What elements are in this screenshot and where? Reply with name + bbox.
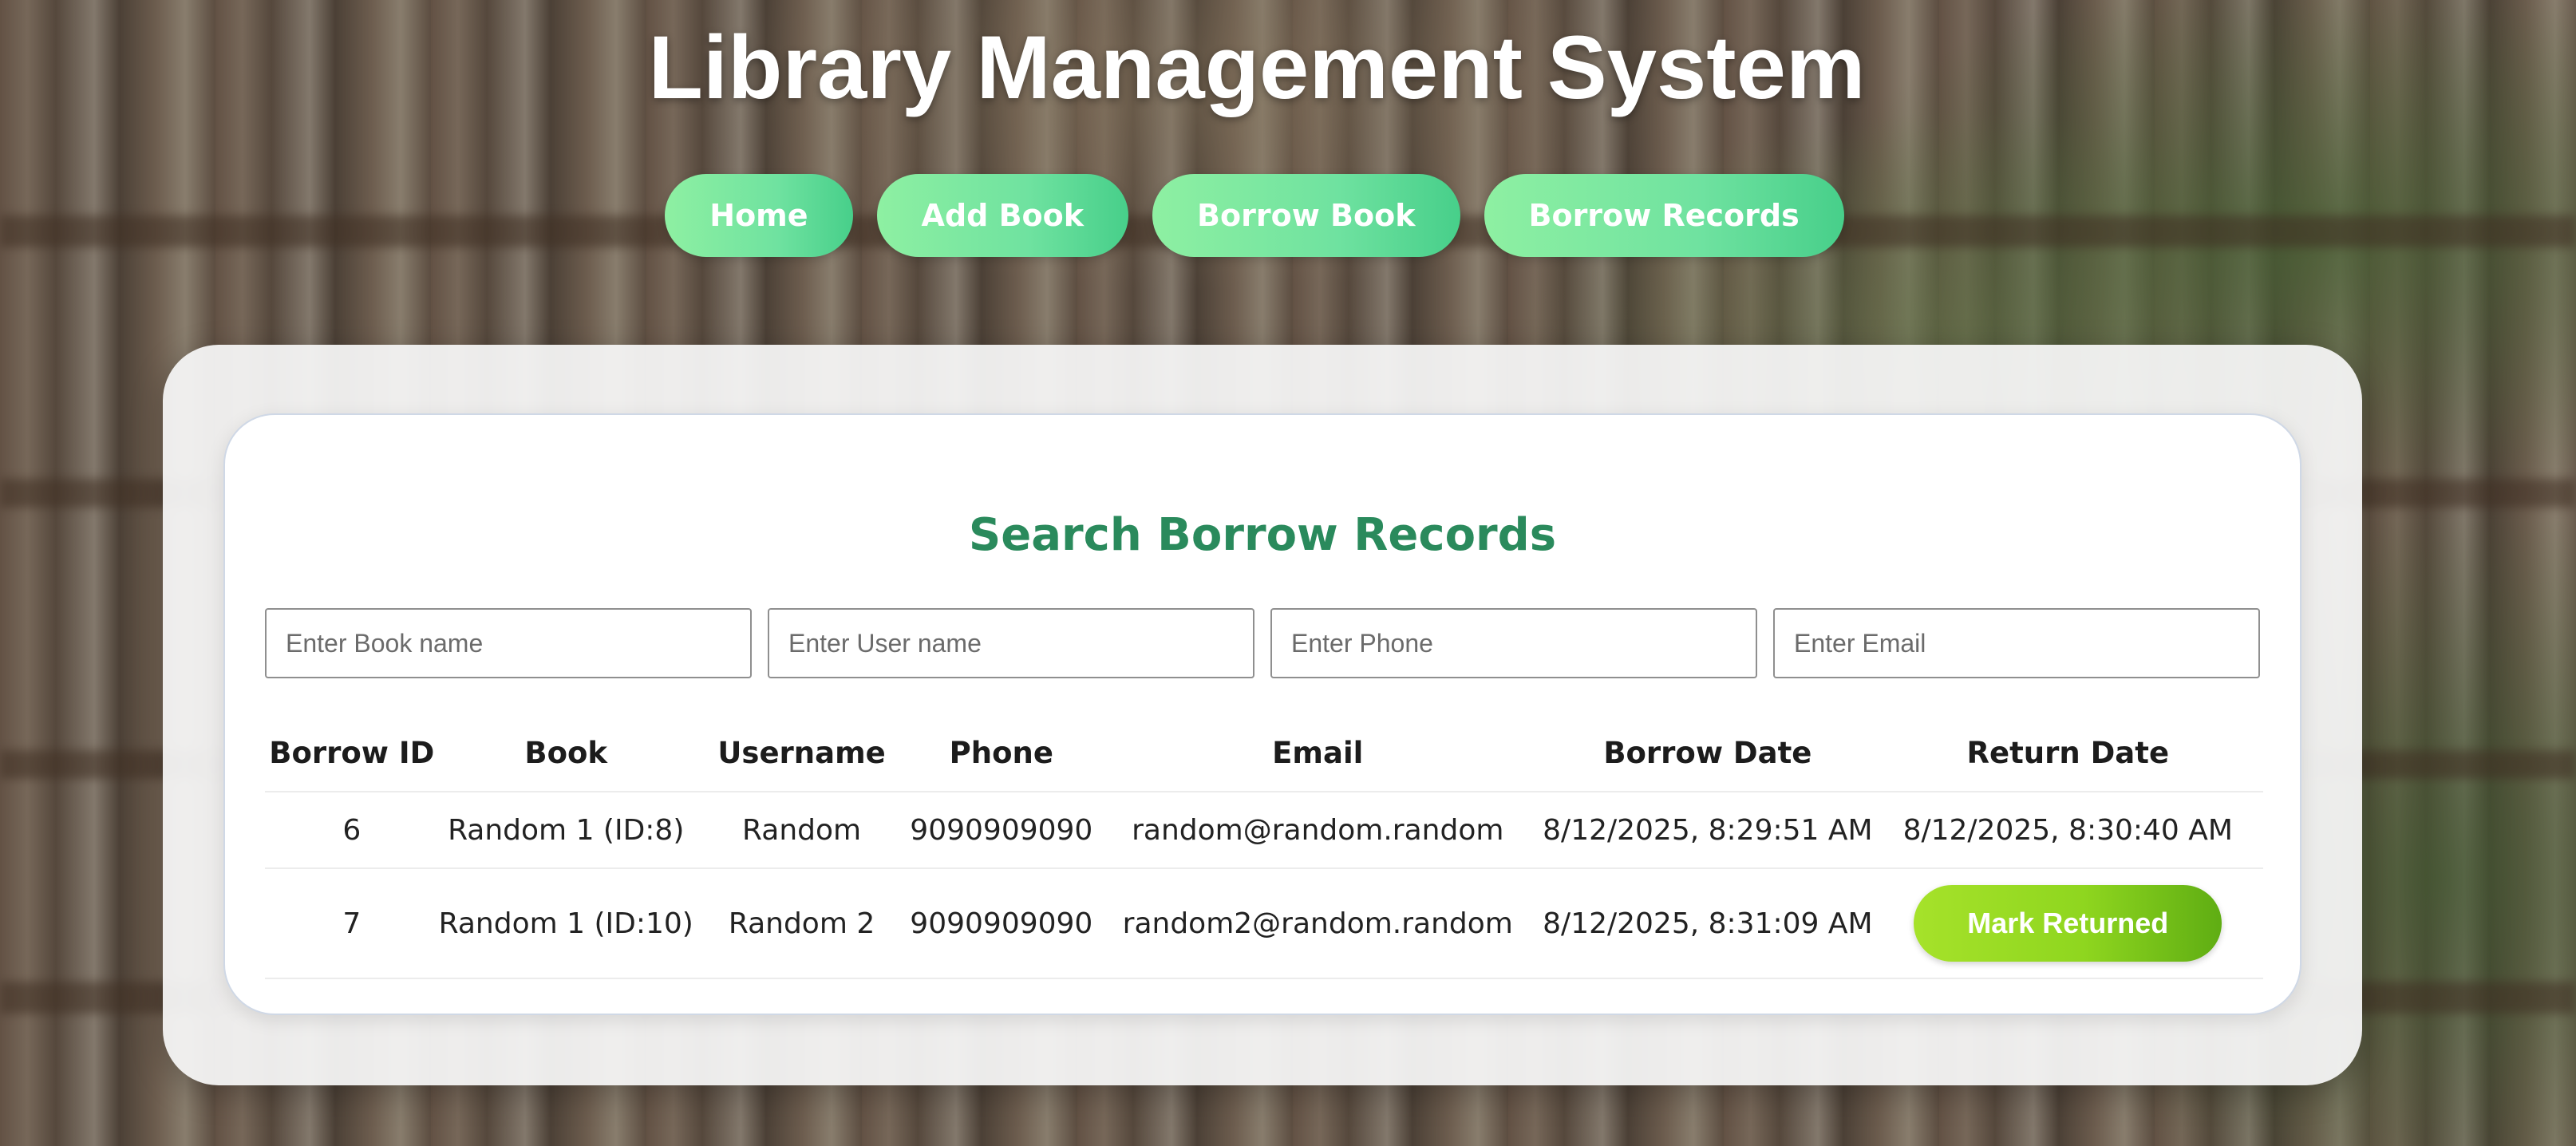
cell-email: random@random.random (1092, 792, 1543, 869)
cell-borrow-date: 8/12/2025, 8:29:51 AM (1543, 792, 1873, 869)
nav-home-button[interactable]: Home (665, 174, 853, 257)
cell-borrow-id: 6 (265, 792, 439, 869)
column-header-phone: Phone (910, 715, 1093, 792)
table-row: 7 Random 1 (ID:10) Random 2 9090909090 r… (265, 868, 2263, 979)
nav-borrow-records-button[interactable]: Borrow Records (1484, 174, 1844, 257)
column-header-email: Email (1092, 715, 1543, 792)
column-header-username: Username (693, 715, 911, 792)
book-name-search-input[interactable] (265, 608, 752, 678)
cell-return-date: Mark Returned (1872, 868, 2263, 979)
email-search-input[interactable] (1773, 608, 2260, 678)
mark-returned-button[interactable]: Mark Returned (1914, 885, 2222, 962)
cell-borrow-id: 7 (265, 868, 439, 979)
search-filters (265, 608, 2260, 678)
cell-return-date: 8/12/2025, 8:30:40 AM (1872, 792, 2263, 869)
cell-email: random2@random.random (1092, 868, 1543, 979)
cell-username: Random 2 (693, 868, 911, 979)
column-header-borrow-id: Borrow ID (265, 715, 439, 792)
cell-book: Random 1 (ID:8) (438, 792, 693, 869)
nav-add-book-button[interactable]: Add Book (876, 174, 1129, 257)
section-title: Search Borrow Records (968, 509, 1557, 561)
cell-phone: 9090909090 (910, 792, 1093, 869)
column-header-borrow-date: Borrow Date (1543, 715, 1873, 792)
phone-search-input[interactable] (1270, 608, 1757, 678)
cell-book: Random 1 (ID:10) (438, 868, 693, 979)
table-row: 6 Random 1 (ID:8) Random 9090909090 rand… (265, 792, 2263, 869)
column-header-return-date: Return Date (1872, 715, 2263, 792)
user-name-search-input[interactable] (768, 608, 1254, 678)
cell-borrow-date: 8/12/2025, 8:31:09 AM (1543, 868, 1873, 979)
cell-phone: 9090909090 (910, 868, 1093, 979)
table-header-row: Borrow ID Book Username Phone Email Borr… (265, 715, 2263, 792)
nav-borrow-book-button[interactable]: Borrow Book (1152, 174, 1460, 257)
page-title: Library Management System (648, 18, 1866, 117)
cell-username: Random (693, 792, 911, 869)
main-nav: Home Add Book Borrow Book Borrow Records (0, 174, 2509, 257)
column-header-book: Book (438, 715, 693, 792)
borrow-records-panel: Search Borrow Records Borrow ID Book Use… (223, 413, 2301, 1015)
borrow-records-table: Borrow ID Book Username Phone Email Borr… (265, 715, 2263, 979)
